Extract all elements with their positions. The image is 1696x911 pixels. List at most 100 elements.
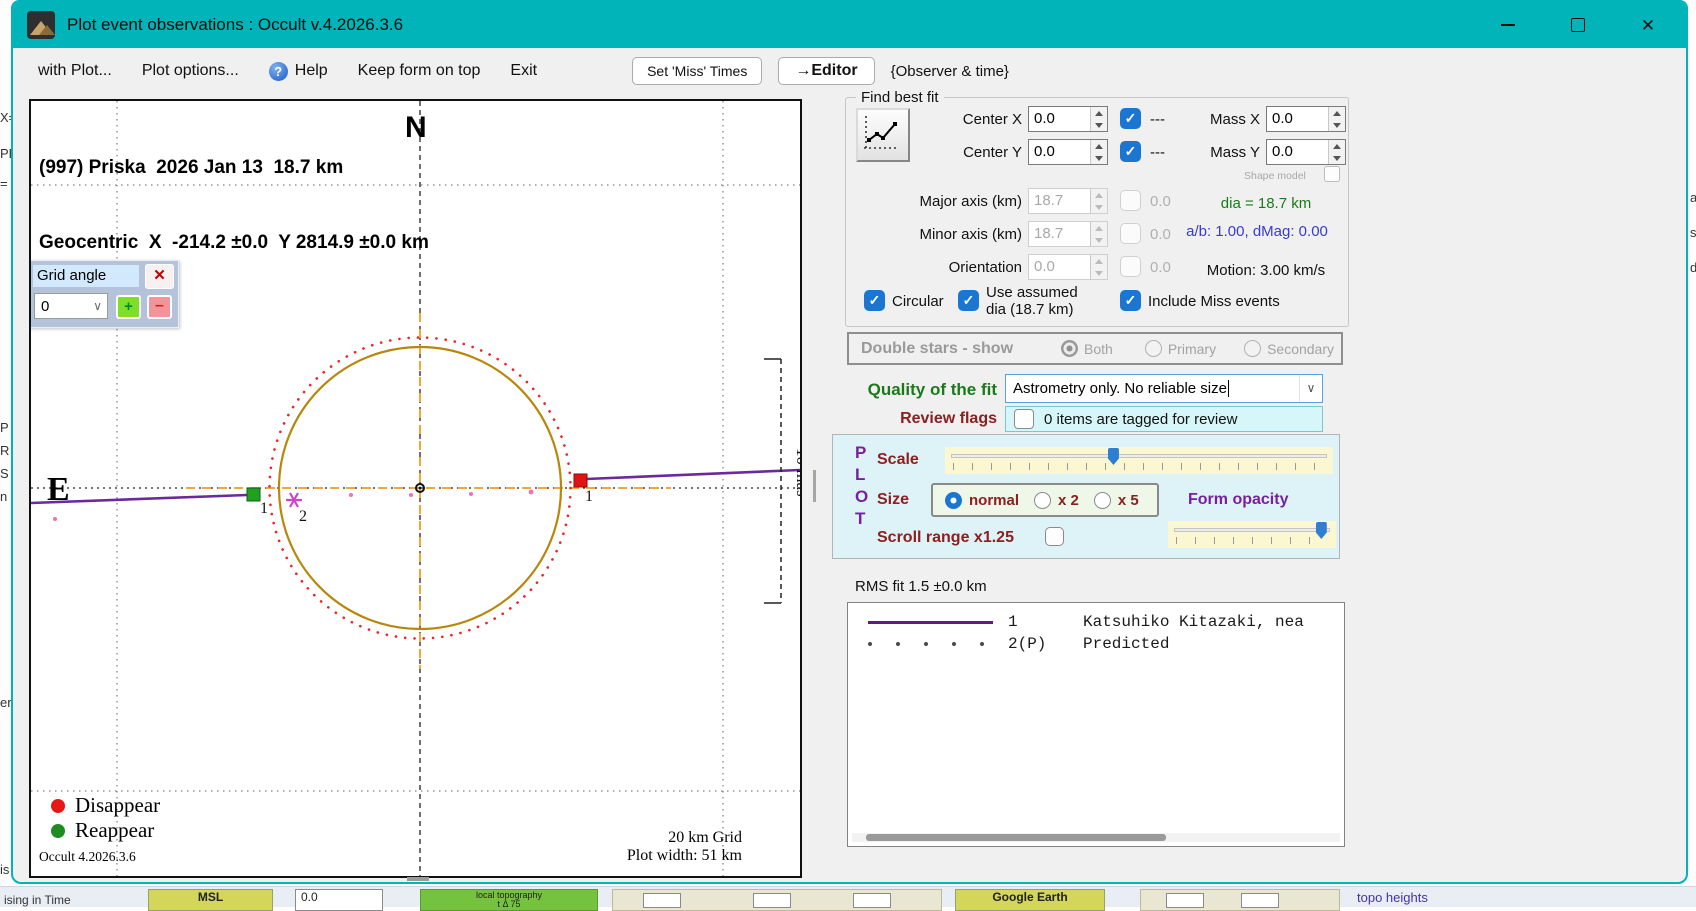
form-opacity-label: Form opacity xyxy=(1188,491,1288,509)
observation-name: Predicted xyxy=(1083,635,1169,653)
review-flags-box: 0 items are tagged for review xyxy=(1005,406,1323,432)
menu-exit[interactable]: Exit xyxy=(510,62,537,80)
grid-angle-plus-button[interactable]: + xyxy=(116,295,141,319)
mas-scale-bracket xyxy=(764,359,781,603)
spinner-arrows[interactable] xyxy=(1090,107,1107,131)
include-miss-checkbox[interactable] xyxy=(1120,290,1141,311)
center-x-spinner[interactable]: 0.0 xyxy=(1028,106,1108,132)
observation-row[interactable]: 1 Katsuhiko Kitazaki, nea xyxy=(848,611,1344,633)
mas-scale-label: 10 mas xyxy=(793,448,800,497)
major-axis-label: Major axis (km) xyxy=(852,193,1022,210)
menu-help[interactable]: ? Help xyxy=(269,62,328,81)
plot-width-label: Plot width: 51 km xyxy=(627,847,742,865)
major-axis-checkbox xyxy=(1120,190,1141,211)
minimize-button[interactable] xyxy=(1488,9,1528,41)
size-label: Size xyxy=(877,491,909,509)
mass-x-label: Mass X xyxy=(1182,111,1260,128)
major-axis-flag: 0.0 xyxy=(1150,193,1171,210)
arrow-up-icon xyxy=(1329,107,1345,119)
menu-with-plot[interactable]: with Plot... xyxy=(38,62,112,80)
menu-plot-options[interactable]: Plot options... xyxy=(142,62,239,80)
bg-fragment: = xyxy=(0,176,8,191)
maximize-button[interactable] xyxy=(1558,9,1598,41)
size-normal-radio[interactable] xyxy=(945,492,962,509)
menu-help-label: Help xyxy=(295,62,328,80)
grid-angle-minus-button[interactable]: – xyxy=(147,295,172,319)
disappear-label: Disappear xyxy=(75,793,160,818)
help-icon: ? xyxy=(269,62,288,81)
size-x5-radio[interactable] xyxy=(1094,492,1111,509)
size-normal-label: normal xyxy=(969,492,1019,509)
grid-angle-box[interactable]: Grid angle ✕ 0 ∨ + – xyxy=(29,260,179,328)
observation-number: 1 xyxy=(1008,613,1083,631)
set-miss-times-button[interactable]: Set 'Miss' Times xyxy=(632,57,762,85)
spinner-arrows[interactable] xyxy=(1090,140,1107,164)
arrow-up-icon xyxy=(1091,189,1107,201)
spinner-arrows[interactable] xyxy=(1328,107,1345,131)
form-opacity-slider[interactable] xyxy=(1168,521,1336,548)
orientation-value: 0.0 xyxy=(1029,255,1090,279)
center-x-label: Center X xyxy=(852,111,1022,128)
center-y-flag: --- xyxy=(1150,144,1165,161)
panel-splitter[interactable] xyxy=(813,470,816,502)
menu-keep-on-top[interactable]: Keep form on top xyxy=(358,62,481,80)
north-label: N xyxy=(405,111,427,145)
double-stars-primary-radio xyxy=(1145,340,1162,357)
minor-axis-spinner: 18.7 xyxy=(1028,221,1108,247)
resize-grip[interactable] xyxy=(407,877,429,881)
scrollbar-thumb[interactable] xyxy=(866,834,1166,841)
observations-list[interactable]: 1 Katsuhiko Kitazaki, nea 2(P) Predicted xyxy=(847,602,1345,847)
observer-time-label[interactable]: {Observer & time} xyxy=(891,63,1009,80)
find-best-fit-title: Find best fit xyxy=(856,89,944,106)
mass-y-spinner[interactable]: 0.0 xyxy=(1266,139,1346,165)
reappear-dot-icon xyxy=(51,824,65,838)
maximize-icon xyxy=(1571,18,1585,32)
grid-angle-select[interactable]: 0 ∨ xyxy=(34,293,108,319)
circular-checkbox[interactable] xyxy=(864,290,885,311)
review-flags-label: Review flags xyxy=(835,410,997,428)
mass-x-spinner[interactable]: 0.0 xyxy=(1266,106,1346,132)
center-y-checkbox[interactable] xyxy=(1120,141,1141,162)
quality-combobox[interactable]: Astrometry only. No reliable size ∨ xyxy=(1005,374,1323,403)
center-x-checkbox[interactable] xyxy=(1120,108,1141,129)
use-assumed-checkbox[interactable] xyxy=(958,290,979,311)
mass-y-value: 0.0 xyxy=(1267,140,1328,164)
arrow-down-icon xyxy=(1091,119,1107,131)
editor-button[interactable]: →Editor xyxy=(778,57,874,85)
grid-angle-close-button[interactable]: ✕ xyxy=(145,264,174,289)
disappear-marker[interactable] xyxy=(574,474,587,487)
close-button[interactable]: ✕ xyxy=(1628,9,1668,41)
scroll-range-checkbox[interactable] xyxy=(1045,527,1064,546)
event-legend: Disappear Reappear xyxy=(51,793,160,843)
plot-area[interactable]: 1 2 1 10 mas (997) Priska 2026 Jan 13 18… xyxy=(29,99,802,878)
reappear-marker[interactable] xyxy=(247,488,260,501)
grid-angle-value: 0 xyxy=(41,298,49,315)
chord-line-swatch xyxy=(868,621,1008,624)
bg-control-cell xyxy=(612,889,942,911)
google-earth-cell[interactable]: Google Earth xyxy=(955,889,1105,911)
observation-row[interactable]: 2(P) Predicted xyxy=(848,633,1344,655)
arrow-down-icon xyxy=(1329,152,1345,164)
shape-model-checkbox[interactable] xyxy=(1324,166,1340,182)
scroll-range-label: Scroll range x1.25 xyxy=(877,529,1014,547)
titlebar[interactable]: Plot event observations : Occult v.4.202… xyxy=(13,2,1686,48)
minor-axis-checkbox xyxy=(1120,223,1141,244)
msl-cell[interactable]: MSL xyxy=(148,889,273,911)
plot-title-line2: Geocentric X -214.2 ±0.0 Y 2814.9 ±0.0 k… xyxy=(39,230,429,255)
bg-fragment: a xyxy=(1690,190,1696,205)
major-axis-spinner: 18.7 xyxy=(1028,188,1108,214)
spinner-arrows xyxy=(1090,222,1107,246)
east-label: E xyxy=(47,471,70,509)
size-x5-label: x 5 xyxy=(1118,492,1139,509)
topography-cell[interactable]: local topography t Δ 75 xyxy=(420,889,598,911)
msl-value-spinner[interactable]: 0.0 xyxy=(295,889,383,911)
size-x2-radio[interactable] xyxy=(1034,492,1051,509)
horizontal-scrollbar[interactable] xyxy=(852,833,1340,842)
review-flags-checkbox[interactable] xyxy=(1014,409,1034,429)
scale-slider[interactable] xyxy=(945,447,1333,474)
text-cursor xyxy=(1228,380,1229,397)
use-assumed-label: Use assumed dia (18.7 km) xyxy=(986,284,1078,318)
find-best-fit-group: Find best fit Center X 0.0 --- Mass X xyxy=(845,97,1349,327)
spinner-arrows[interactable] xyxy=(1328,140,1345,164)
center-y-spinner[interactable]: 0.0 xyxy=(1028,139,1108,165)
